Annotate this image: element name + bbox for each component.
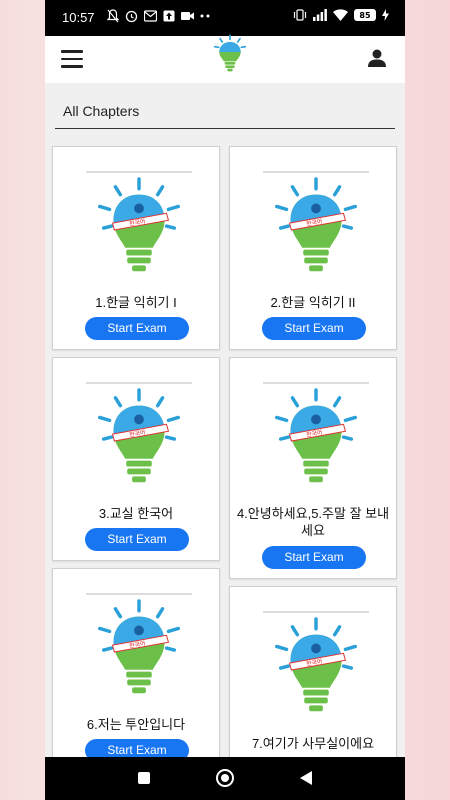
chapter-card[interactable]: 한국어 7.여기가 사무실이에요Start Exam (229, 586, 397, 782)
chapter-title: 6.저는 투안입니다 (86, 717, 186, 732)
recent-apps-icon[interactable] (138, 772, 150, 784)
chapter-title: 3.교실 한국어 (98, 506, 174, 521)
chapter-thumbnail: 한국어 (263, 171, 369, 281)
lightbulb-image: 한국어 (275, 617, 357, 712)
start-exam-button[interactable]: Start Exam (262, 546, 366, 569)
chapter-thumbnail: 한국어 (86, 593, 192, 703)
lightbulb-image: 한국어 (98, 388, 180, 483)
chapter-title: 4.안녕하세요,5.주말 잘 보내세요 (236, 506, 390, 538)
chapter-thumbnail: 한국어 (263, 611, 369, 721)
chapter-title: 7.여기가 사무실이에요 (251, 736, 375, 751)
chapter-thumbnail: 한국어 (86, 382, 192, 492)
status-icons-left (107, 9, 210, 23)
start-exam-button[interactable]: Start Exam (85, 528, 189, 551)
section-title: All Chapters (63, 103, 140, 119)
chapter-card[interactable]: 한국어 6.저는 투안입니다 Start Exam (52, 568, 220, 768)
start-exam-button[interactable]: Start Exam (262, 317, 366, 340)
mute-icon (107, 9, 119, 23)
lightbulb-image: 한국어 (275, 388, 357, 483)
system-nav-bar (45, 757, 405, 800)
lightbulb-image: 한국어 (98, 177, 180, 272)
all-chapters-header: All Chapters (55, 96, 395, 129)
phone-screen: 10:57 85 All Chapters 한국어 1.한글 익히기 I Sta… (45, 0, 405, 800)
lightbulb-image: 한국어 (98, 599, 180, 694)
vibrate-icon (293, 9, 307, 21)
chapter-title: 1.한글 익히기 I (95, 295, 177, 310)
chapter-title: 2.한글 익히기 II (270, 295, 356, 310)
battery-icon: 85 (354, 9, 376, 21)
lightbulb-logo-icon (213, 34, 247, 72)
app-bar (45, 34, 405, 83)
wifi-icon (333, 9, 348, 21)
charging-icon (382, 9, 389, 21)
chapter-card[interactable]: 한국어 2.한글 익히기 II Start Exam (229, 146, 397, 350)
video-icon (181, 12, 194, 20)
status-icons-right: 85 (293, 9, 389, 21)
chapter-thumbnail: 한국어 (86, 171, 192, 281)
more-dots-icon (200, 14, 210, 18)
alarm-icon (125, 10, 138, 23)
signal-icon (313, 9, 327, 21)
lightbulb-image: 한국어 (275, 177, 357, 272)
status-time: 10:57 (62, 10, 95, 25)
home-icon[interactable] (216, 769, 234, 787)
status-bar: 10:57 85 (45, 0, 405, 36)
chapter-card[interactable]: 한국어 4.안녕하세요,5.주말 잘 보내세요 Start Exam (229, 357, 397, 579)
user-icon[interactable] (367, 48, 387, 68)
chapter-thumbnail: 한국어 (263, 382, 369, 492)
hamburger-menu-icon[interactable] (61, 50, 83, 68)
back-icon[interactable] (300, 771, 312, 785)
gmail-icon (144, 10, 157, 22)
chapter-card[interactable]: 한국어 1.한글 익히기 I Start Exam (52, 146, 220, 350)
upload-icon (163, 10, 175, 22)
chapter-card[interactable]: 한국어 3.교실 한국어 Start Exam (52, 357, 220, 561)
start-exam-button[interactable]: Start Exam (85, 317, 189, 340)
